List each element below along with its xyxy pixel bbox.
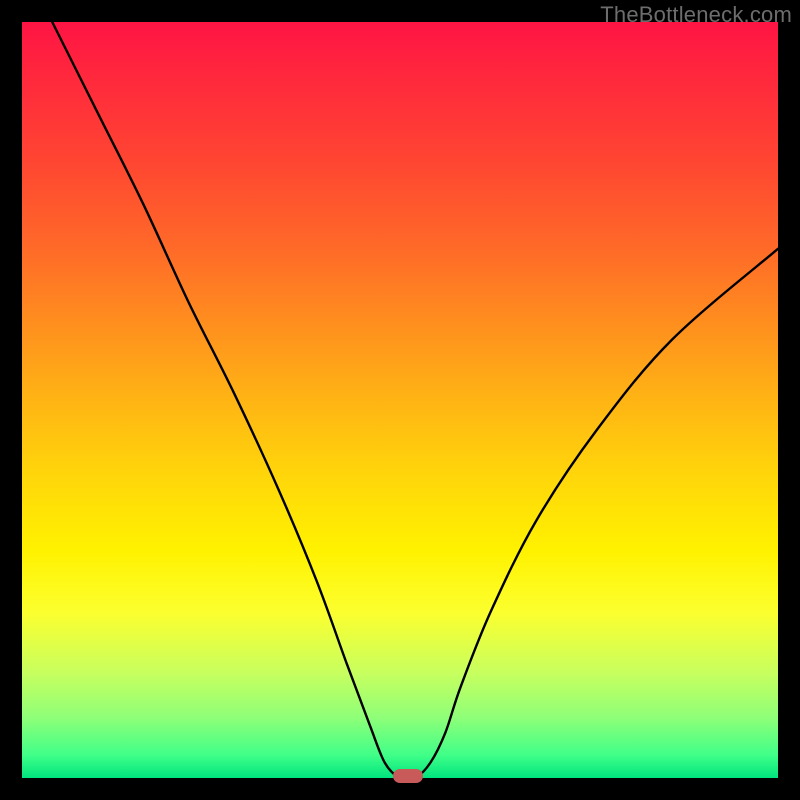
bottleneck-curve — [22, 22, 778, 778]
optimal-point-marker — [393, 769, 423, 783]
chart-frame: TheBottleneck.com — [0, 0, 800, 800]
watermark-text: TheBottleneck.com — [600, 2, 792, 28]
plot-area — [22, 22, 778, 778]
